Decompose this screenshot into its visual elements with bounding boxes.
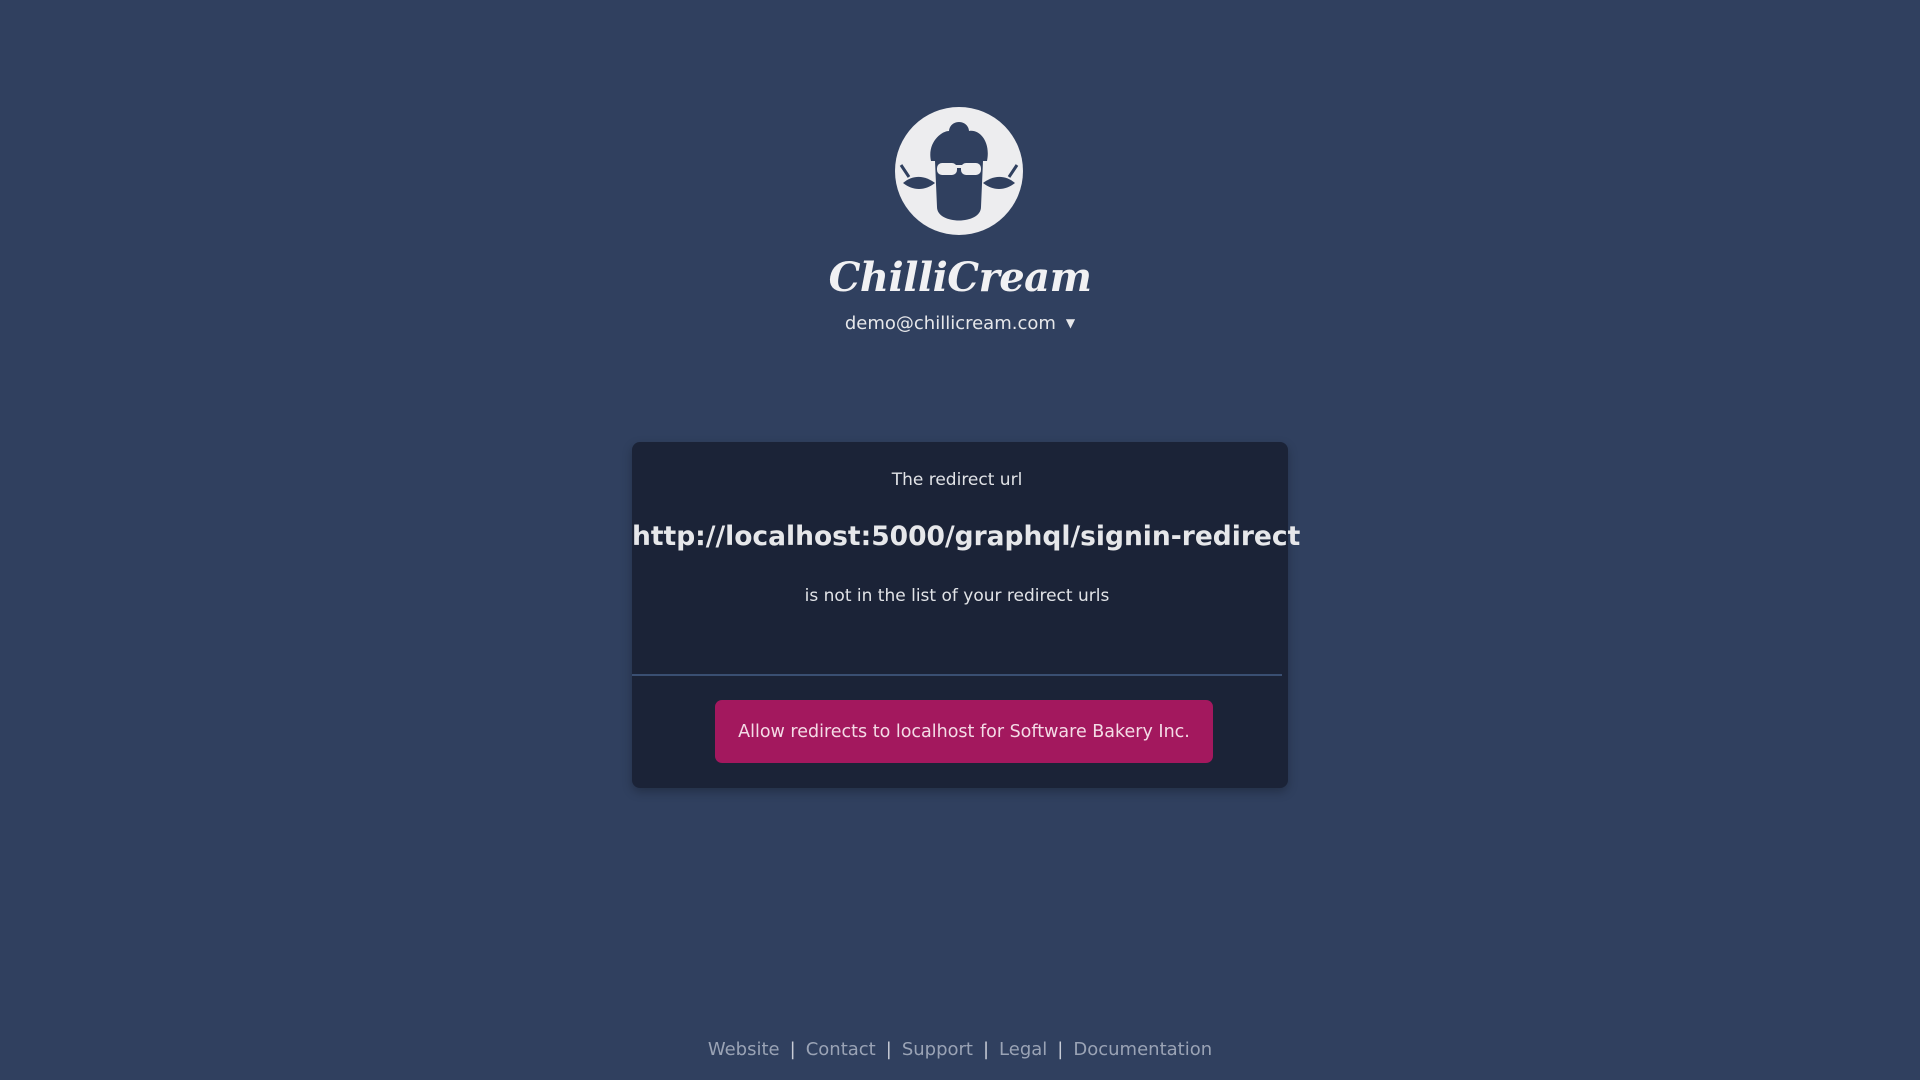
footer-link-website[interactable]: Website xyxy=(708,1039,780,1060)
allow-redirects-button[interactable]: Allow redirects to localhost for Softwar… xyxy=(715,700,1213,763)
footer-link-support[interactable]: Support xyxy=(902,1039,973,1060)
page: ChilliCream demo@chillicream.com ▼ The re… xyxy=(0,0,1920,1080)
footer-separator: | xyxy=(885,1039,892,1060)
redirect-intro-text: The redirect url xyxy=(891,470,1023,490)
redirect-error-card: The redirect url http://localhost:5000/g… xyxy=(632,442,1301,788)
chillicream-logo-icon xyxy=(895,107,1023,235)
redirect-url: http://localhost:5000/graphql/signin-red… xyxy=(632,521,1301,552)
footer-separator: | xyxy=(789,1039,796,1060)
account-email: demo@chillicream.com xyxy=(844,313,1056,334)
brand-name: ChilliCream xyxy=(828,254,1092,301)
footer-link-legal[interactable]: Legal xyxy=(999,1039,1047,1060)
card-divider xyxy=(632,674,1282,676)
account-menu[interactable]: demo@chillicream.com ▼ xyxy=(0,313,1920,334)
redirect-message: is not in the list of your redirect urls xyxy=(804,586,1110,606)
footer-link-documentation[interactable]: Documentation xyxy=(1073,1039,1212,1060)
footer-separator: | xyxy=(1057,1039,1064,1060)
footer-link-contact[interactable]: Contact xyxy=(806,1039,876,1060)
chevron-down-icon: ▼ xyxy=(1065,316,1076,330)
footer-links: Website | Contact | Support | Legal | Documentat… xyxy=(0,1039,1920,1060)
footer-separator: | xyxy=(982,1039,990,1060)
